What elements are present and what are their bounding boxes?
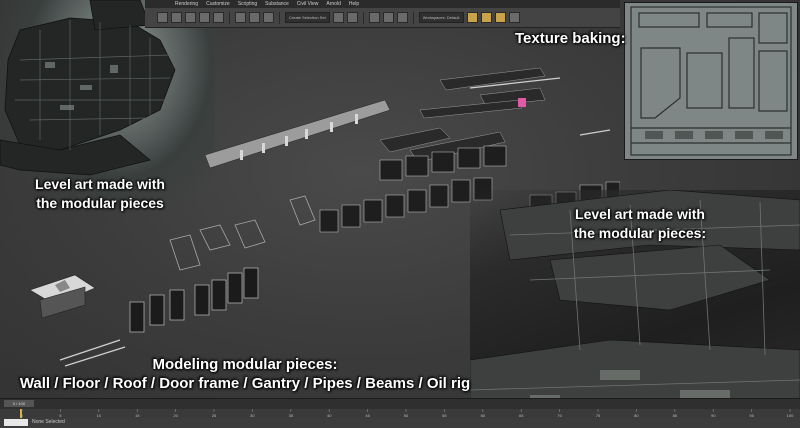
menu-customize[interactable]: Customize <box>206 1 230 7</box>
menu-help[interactable]: Help <box>349 1 359 7</box>
layer-icon[interactable] <box>368 12 380 23</box>
main-toolbar: Create Selection Set Workspaces: Default <box>145 8 620 28</box>
level-art-caption-right: Level art made with the modular pieces: <box>540 205 740 243</box>
snap-icon[interactable] <box>235 12 246 23</box>
toolbar-separator <box>229 11 230 24</box>
schematic-view-icon[interactable] <box>396 12 408 23</box>
select-by-name-icon[interactable] <box>171 12 182 23</box>
material-editor-icon[interactable] <box>466 12 478 23</box>
caption-line: Level art made with <box>575 206 705 222</box>
caption-line: Level art made with <box>35 176 165 192</box>
toolbar-separator <box>279 11 280 24</box>
selection-set-dropdown[interactable]: Create Selection Set <box>285 12 330 23</box>
menu-civil-view[interactable]: Civil View <box>297 1 319 7</box>
curve-editor-icon[interactable] <box>382 12 394 23</box>
menu-rendering[interactable]: Rendering <box>175 1 198 7</box>
render-setup-icon[interactable] <box>480 12 492 23</box>
time-slider[interactable]: 0 / 100 <box>4 400 34 407</box>
baked-texture-preview <box>624 2 798 160</box>
mirror-icon[interactable] <box>332 12 344 23</box>
menu-scripting[interactable]: Scripting <box>238 1 257 7</box>
menu-substance[interactable]: Substance <box>265 1 289 7</box>
status-bar: None Selected <box>0 418 800 428</box>
angle-snap-icon[interactable] <box>249 12 260 23</box>
render-icon[interactable] <box>494 12 506 23</box>
selection-status: None Selected <box>32 419 65 425</box>
caption-line: Wall / Floor / Roof / Door frame / Gantr… <box>19 375 471 392</box>
workspace-dropdown[interactable]: Workspaces: Default <box>418 12 464 23</box>
select-object-icon[interactable] <box>157 12 168 23</box>
toolbar-separator <box>362 11 364 24</box>
scale-icon[interactable] <box>213 12 224 23</box>
metal-panel-texture <box>625 3 797 159</box>
percent-snap-icon[interactable] <box>263 12 274 23</box>
caption-line: the modular pieces <box>36 195 164 211</box>
level-art-caption-left: Level art made with the modular pieces <box>0 175 200 213</box>
modeling-caption: Modeling modular pieces: Wall / Floor / … <box>0 355 490 393</box>
align-icon[interactable] <box>346 12 358 23</box>
maxscript-listener[interactable] <box>4 419 28 426</box>
selected-piece-highlight[interactable] <box>518 98 526 107</box>
menu-bar: Rendering Customize Scripting Substance … <box>145 0 620 8</box>
timeline-ruler[interactable]: 0 5 10 15 20 25 30 35 40 45 50 55 60 65 70 75 80 85 90 95 10… <box>0 409 800 418</box>
menu-arnold[interactable]: Arnold <box>326 1 340 7</box>
rotate-icon[interactable] <box>199 12 210 23</box>
toolbar-separator <box>412 11 414 24</box>
oil-rig-model[interactable] <box>29 274 96 319</box>
caption-line: the modular pieces: <box>573 225 707 241</box>
caption-line: Modeling modular pieces: <box>152 356 338 373</box>
move-icon[interactable] <box>185 12 196 23</box>
texture-baking-caption: Texture baking: <box>515 30 626 47</box>
viewport[interactable]: Rendering Customize Scripting Substance … <box>0 0 800 428</box>
rendered-frame-icon[interactable] <box>508 12 520 23</box>
